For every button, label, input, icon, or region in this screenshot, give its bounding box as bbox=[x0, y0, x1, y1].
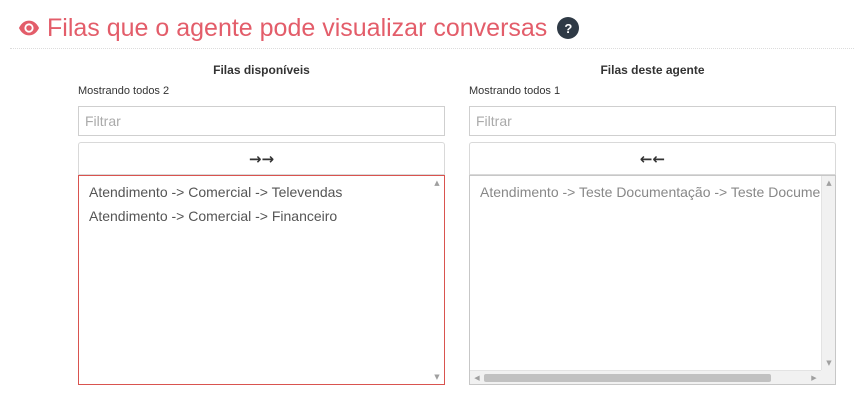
agent-queues-panel: Filas deste agente Mostrando todos 1 ←← … bbox=[469, 62, 836, 385]
available-heading: Filas disponíveis bbox=[213, 63, 310, 77]
agent-queues-list[interactable]: Atendimento -> Teste Documentação -> Tes… bbox=[469, 175, 836, 385]
scroll-left-icon[interactable]: ◀ bbox=[470, 371, 484, 384]
scroll-up-icon[interactable]: ▲ bbox=[822, 176, 835, 190]
list-item[interactable]: Atendimento -> Teste Documentação -> Tes… bbox=[480, 182, 835, 206]
eye-icon bbox=[18, 17, 40, 39]
scroll-right-icon[interactable]: ▶ bbox=[807, 371, 821, 384]
list-item[interactable]: Atendimento -> Comercial -> Televendas bbox=[89, 182, 434, 206]
selected-heading: Filas deste agente bbox=[600, 63, 705, 77]
scroll-up-icon[interactable]: ▲ bbox=[430, 176, 444, 190]
scroll-down-icon[interactable]: ▼ bbox=[822, 356, 835, 370]
available-filter-input[interactable] bbox=[78, 106, 445, 136]
list-item[interactable]: Atendimento -> Comercial -> Financeiro bbox=[89, 206, 434, 230]
scroll-thumb[interactable] bbox=[484, 374, 771, 382]
available-queues-panel: Filas disponíveis Mostrando todos 2 →→ A… bbox=[78, 62, 445, 385]
vertical-scrollbar[interactable]: ▲ ▼ bbox=[430, 176, 444, 384]
selected-count-label: Mostrando todos 1 bbox=[469, 85, 561, 97]
selected-filter-input[interactable] bbox=[469, 106, 836, 136]
scroll-down-icon[interactable]: ▼ bbox=[430, 370, 444, 384]
move-all-left-button[interactable]: ←← bbox=[469, 142, 836, 175]
available-count-label: Mostrando todos 2 bbox=[78, 85, 170, 97]
available-queues-list[interactable]: Atendimento -> Comercial -> Televendas A… bbox=[78, 175, 445, 385]
question-circle-icon[interactable]: ? bbox=[557, 17, 580, 39]
horizontal-scrollbar[interactable]: ◀ ▶ bbox=[470, 370, 835, 384]
page-header: Filas que o agente pode visualizar conve… bbox=[18, 10, 580, 46]
page-title: Filas que o agente pode visualizar conve… bbox=[47, 13, 548, 42]
scrollbar-corner bbox=[821, 370, 835, 384]
vertical-scrollbar[interactable]: ▲ ▼ bbox=[821, 176, 835, 370]
move-all-right-button[interactable]: →→ bbox=[78, 142, 445, 175]
header-divider bbox=[10, 48, 854, 49]
